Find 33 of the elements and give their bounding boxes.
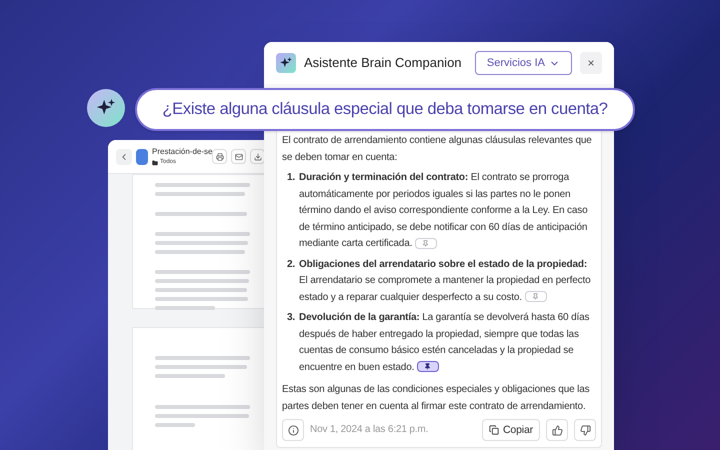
download-icon	[254, 152, 262, 160]
printer-icon	[216, 152, 224, 160]
close-button[interactable]: ×	[580, 52, 602, 74]
thumbs-up-button[interactable]	[546, 419, 568, 441]
clause-text: Duración y terminación del contrato: El contrato se prorroga automáticamente por periodos iguales si las partes no le ponen término dando el aviso correspondiente conforme a la Ley. En caso de término anticipado, se debe notificar con 60 días de anticipación mediante carta certificada.	[299, 171, 589, 251]
answer-outro: Estas son algunas de las condiciones especiales y obligaciones que las partes deben tener en cuenta al firmar este contrato de arrendamiento.	[282, 383, 590, 414]
list-number: 1.	[287, 171, 296, 185]
answer-intro: El contrato de arrendamiento contiene algunas cláusulas relevantes que se deben tomar en cuenta:	[282, 134, 593, 164]
copy-button[interactable]: Copiar	[482, 419, 540, 441]
thumbs-down-icon	[580, 424, 590, 436]
clause-text: Devolución de la garantía: La garantía se devolverá hasta 60 días después de haber entregado la propiedad, siempre que todas las cuentas de consumo básico estén canceladas y la propiedad se encuentre en buen estado.	[299, 311, 590, 374]
assistant-title: Asistente Brain Companion	[304, 54, 462, 72]
clause-text: Obligaciones del arrendatario sobre el estado de la propiedad: El arrendatario se compromete a mantener la propiedad en perfecto estado y a reparar cualquier desperfecto a su costo.	[299, 258, 592, 304]
info-icon	[288, 424, 298, 436]
back-button[interactable]	[116, 148, 132, 164]
citation-pin[interactable]	[416, 361, 439, 372]
copy-icon	[488, 425, 499, 435]
list-number: 2.	[287, 258, 296, 272]
list-number: 3.	[287, 311, 296, 325]
mail-button[interactable]	[231, 149, 246, 164]
pin-icon	[424, 363, 432, 370]
thumbs-up-icon	[552, 424, 562, 436]
info-button[interactable]	[282, 419, 304, 441]
mail-icon	[234, 152, 242, 160]
doc-file-icon	[136, 148, 148, 164]
folder-icon	[152, 160, 158, 166]
services-dropdown[interactable]: Servicios IA	[474, 51, 572, 75]
thumbs-down-button[interactable]	[574, 419, 596, 441]
print-button[interactable]	[212, 149, 227, 164]
pin-icon	[422, 240, 430, 247]
question-text: ¿Existe alguna cláusula especial que deba tomarse en cuenta?	[162, 99, 608, 120]
pin-icon	[532, 293, 540, 300]
timestamp: Nov 1, 2024 a las 6:21 p.m.	[310, 422, 428, 437]
